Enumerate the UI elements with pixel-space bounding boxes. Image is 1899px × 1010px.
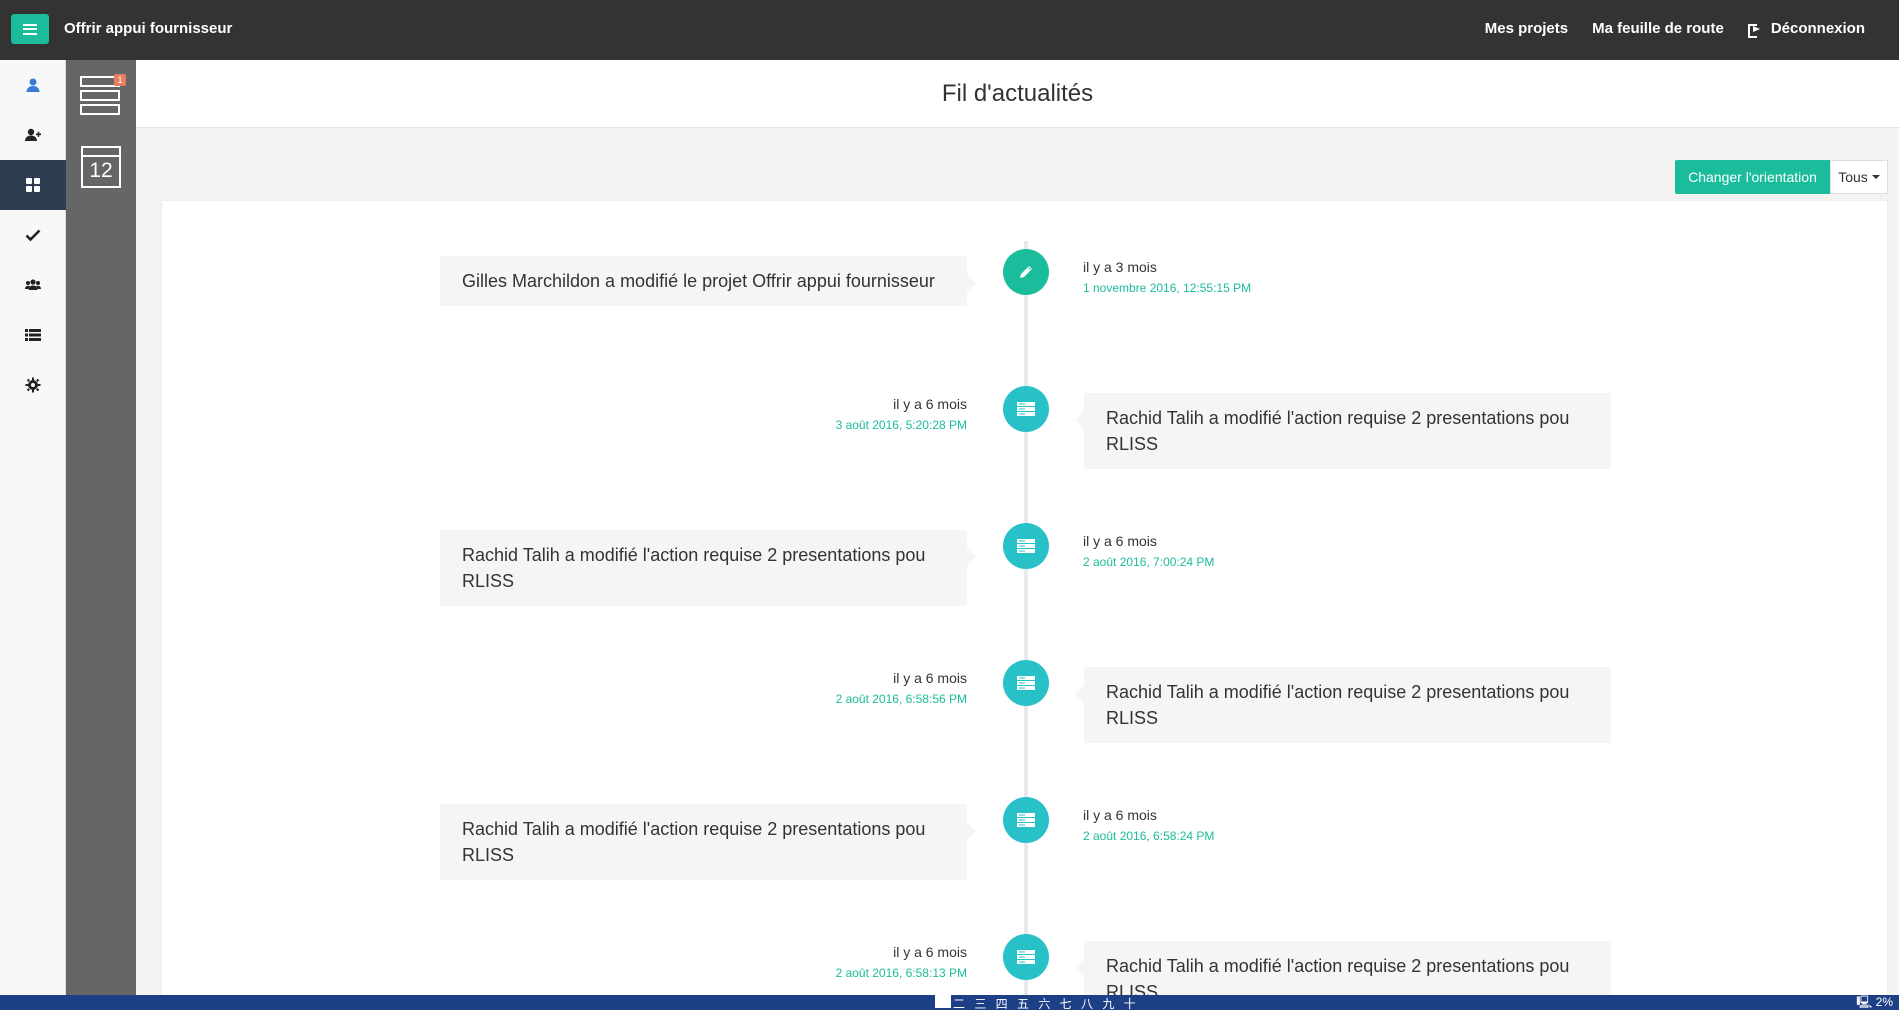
timeline-entry: Rachid Talih a modifié l'action requise … xyxy=(162,350,1887,469)
users-icon xyxy=(25,279,41,290)
gear-icon xyxy=(25,377,41,393)
timestamp: 2 août 2016, 6:58:13 PM xyxy=(835,966,967,980)
sidebar-item-list[interactable] xyxy=(0,310,66,360)
logout-label: Déconnexion xyxy=(1770,20,1865,37)
change-orientation-button[interactable]: Changer l'orientation xyxy=(1675,160,1830,194)
sidebar-item-settings[interactable] xyxy=(0,360,66,410)
page-title: Fil d'actualités xyxy=(941,80,1094,107)
nav-link-feuille-de-route[interactable]: Ma feuille de route xyxy=(1592,20,1724,37)
menu-toggle-button[interactable] xyxy=(11,14,49,44)
timeline-entry: Gilles Marchildon a modifié le projet Of… xyxy=(162,213,1887,323)
workspace-labels: 二 三 四 五 六 七 八 九 十 xyxy=(953,997,1139,1010)
timeline-entry: Rachid Talih a modifié l'action requise … xyxy=(162,624,1887,743)
relative-time: il y a 3 mois xyxy=(1083,259,1157,275)
sidebar-item-profile[interactable] xyxy=(0,60,66,110)
calendar-icon[interactable]: 12 xyxy=(81,146,121,188)
timeline-card[interactable]: Rachid Talih a modifié l'action requise … xyxy=(1075,941,1611,999)
sidebar-item-add-user[interactable] xyxy=(0,110,66,160)
list-icon xyxy=(25,329,41,341)
timeline-card[interactable]: Rachid Talih a modifié l'action requise … xyxy=(1075,667,1611,743)
tasks-icon xyxy=(1003,934,1049,980)
logout-link[interactable]: Déconnexion xyxy=(1747,20,1865,38)
timeline-panel: Gilles Marchildon a modifié le projet Of… xyxy=(161,200,1888,1000)
timeline-meta: il y a 3 mois 1 novembre 2016, 12:55:15 P… xyxy=(1083,259,1251,295)
pencil-icon xyxy=(1003,249,1049,295)
timestamp: 1 novembre 2016, 12:55:15 PM xyxy=(1083,281,1252,295)
check-icon xyxy=(25,229,41,242)
timeline-entry: Rachid Talih a modifié l'action requise … xyxy=(162,487,1887,606)
relative-time: il y a 6 mois xyxy=(1083,533,1157,549)
timestamp: 2 août 2016, 6:58:56 PM xyxy=(835,692,967,706)
calendar-day: 12 xyxy=(89,159,113,182)
timestamp: 2 août 2016, 7:00:24 PM xyxy=(1083,555,1215,569)
cpu-usage: 2% xyxy=(1875,995,1893,1009)
timeline-card[interactable]: Rachid Talih a modifié l'action requise … xyxy=(1075,393,1611,469)
notification-badge: 1 xyxy=(114,74,126,86)
logout-icon xyxy=(1747,23,1761,38)
timeline-meta: il y a 6 mois 2 août 2016, 6:58:56 PM xyxy=(662,670,967,706)
timestamp: 2 août 2016, 6:58:24 PM xyxy=(1083,829,1215,843)
sidebar-item-dashboard[interactable] xyxy=(0,160,66,210)
timeline-meta: il y a 6 mois 2 août 2016, 6:58:13 PM xyxy=(662,944,967,980)
workspace-switcher[interactable]: 二 三 四 五 六 七 八 九 十 xyxy=(935,995,1139,1010)
system-taskbar: 二 三 四 五 六 七 八 九 十 🖳 2% xyxy=(0,995,1899,1010)
tasks-icon xyxy=(1003,386,1049,432)
timeline-entry: Rachid Talih a modifié l'action requise … xyxy=(162,898,1887,999)
timestamp: 3 août 2016, 5:20:28 PM xyxy=(835,418,967,432)
secondary-sidebar: 1 12 xyxy=(66,60,136,995)
tasks-icon xyxy=(1003,523,1049,569)
tasks-icon xyxy=(1003,660,1049,706)
sidebar-item-tasks[interactable] xyxy=(0,210,66,260)
filter-label: Tous xyxy=(1838,169,1868,185)
current-workspace[interactable] xyxy=(935,995,951,1008)
caret-down-icon xyxy=(1871,175,1880,179)
icon-sidebar xyxy=(0,60,66,995)
hamburger-icon xyxy=(23,23,37,35)
tasks-stack-icon[interactable]: 1 xyxy=(80,74,126,116)
user-plus-icon xyxy=(25,128,41,141)
sidebar-item-team[interactable] xyxy=(0,260,66,310)
timeline-card[interactable]: Rachid Talih a modifié l'action requise … xyxy=(440,530,976,606)
dashboard-icon xyxy=(26,178,40,192)
relative-time: il y a 6 mois xyxy=(1083,807,1157,823)
timeline-meta: il y a 6 mois 2 août 2016, 6:58:24 PM xyxy=(1083,807,1214,843)
system-tray: 🖳 2% xyxy=(1856,995,1893,1010)
top-navbar: Offrir appui fournisseur Mes projets Ma … xyxy=(0,0,1899,60)
timeline-meta: il y a 6 mois 3 août 2016, 5:20:28 PM xyxy=(662,396,967,432)
monitor-icon: 🖳 xyxy=(1856,995,1873,1009)
nav-link-mes-projets[interactable]: Mes projets xyxy=(1485,20,1568,37)
user-icon xyxy=(26,78,40,92)
timeline-card[interactable]: Rachid Talih a modifié l'action requise … xyxy=(440,804,976,880)
relative-time: il y a 6 mois xyxy=(893,670,967,686)
nav-links: Mes projets Ma feuille de route Déconnex… xyxy=(1485,20,1865,38)
timeline-card[interactable]: Gilles Marchildon a modifié le projet Of… xyxy=(440,256,976,306)
tasks-icon xyxy=(1003,797,1049,843)
project-title[interactable]: Offrir appui fournisseur xyxy=(64,20,232,37)
relative-time: il y a 6 mois xyxy=(893,944,967,960)
page-header: Fil d'actualités xyxy=(136,60,1899,128)
relative-time: il y a 6 mois xyxy=(893,396,967,412)
filter-dropdown[interactable]: Tous xyxy=(1830,160,1888,194)
timeline-meta: il y a 6 mois 2 août 2016, 7:00:24 PM xyxy=(1083,533,1214,569)
timeline-entry: Rachid Talih a modifié l'action requise … xyxy=(162,761,1887,880)
